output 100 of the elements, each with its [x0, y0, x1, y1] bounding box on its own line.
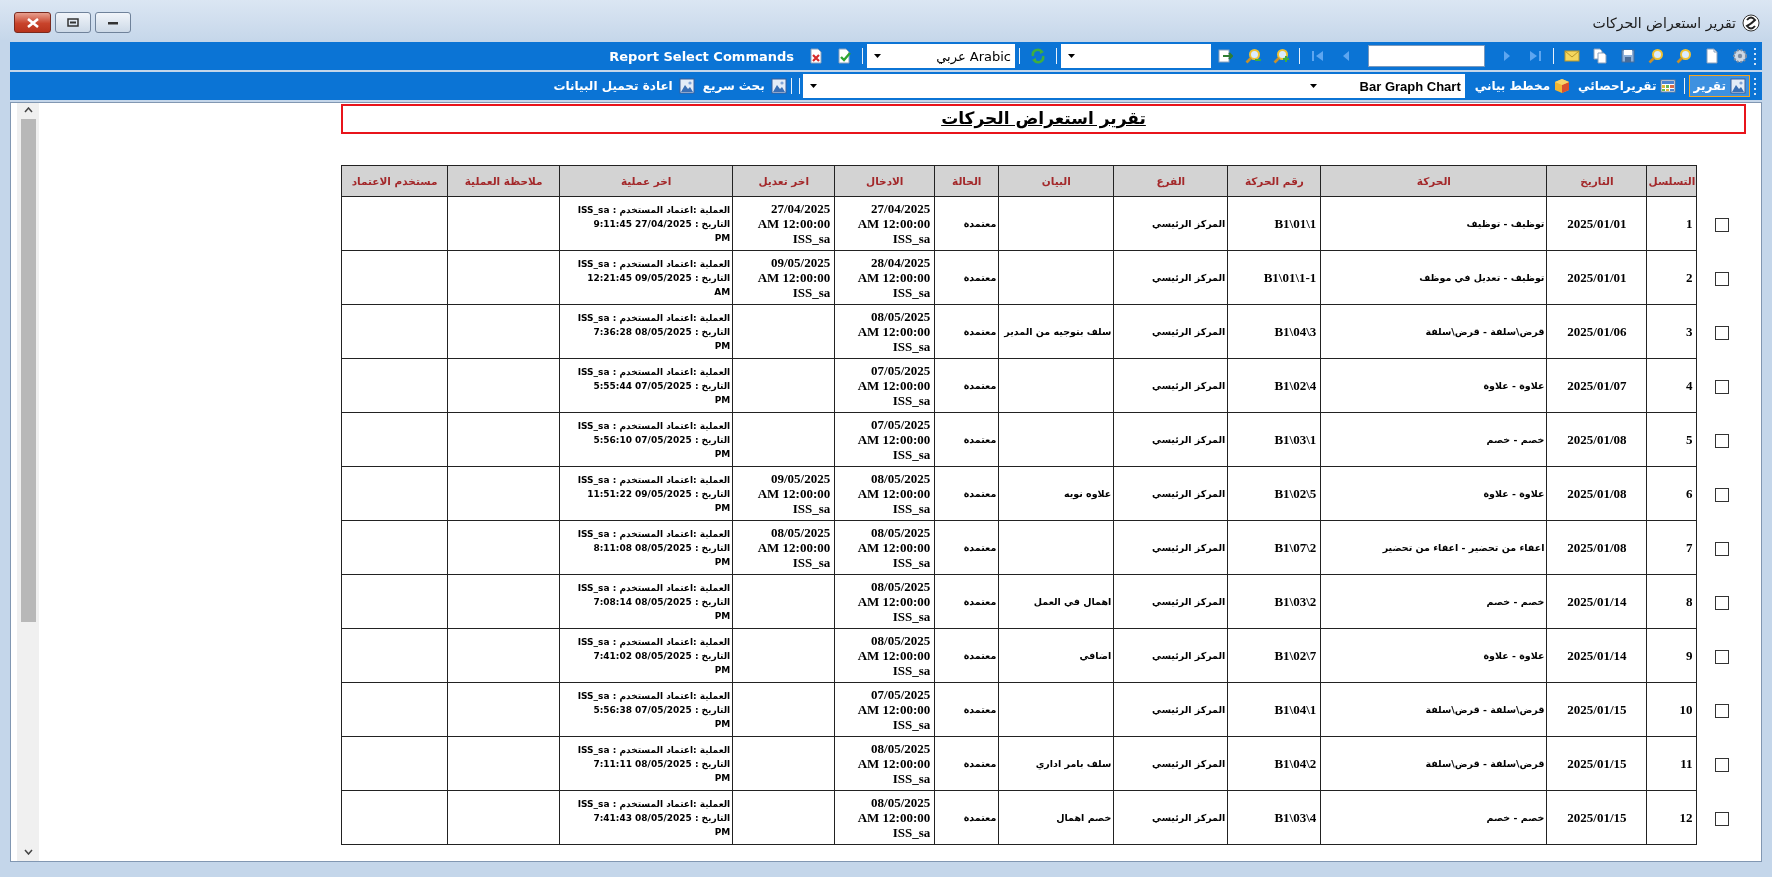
zoom-icon[interactable]	[1648, 48, 1664, 64]
table-cell: معتمدة	[934, 304, 999, 359]
scrollbar-thumb[interactable]	[20, 119, 36, 622]
table-cell: اعفاء من تحضير - اعفاء من تحضير	[1320, 520, 1547, 575]
table-cell: 07/05/2025 AM 12:00:00 ISS_sa	[834, 412, 935, 467]
image-icon[interactable]	[678, 78, 695, 94]
table-cell: 2025/01/15	[1546, 790, 1647, 845]
checkbox[interactable]	[1714, 433, 1729, 448]
table-cell: علاوه نويه	[998, 466, 1114, 521]
language-dropdown[interactable]: Arabic عربي	[867, 44, 1015, 68]
document-check-icon[interactable]	[836, 48, 852, 64]
table-cell: 08/05/2025 AM 12:00:00 ISS_sa	[834, 466, 935, 521]
table-cell: 8	[1646, 574, 1697, 629]
table-cell: 2025/01/15	[1546, 682, 1647, 737]
table-cell: 1	[1646, 196, 1697, 251]
table-cell: المركز الرئيسي	[1113, 466, 1228, 521]
table-cell: علاوة - علاوة	[1320, 628, 1547, 683]
page-icon[interactable]	[1704, 48, 1720, 64]
table-cell: 08/05/2025 AM 12:00:00 ISS_sa	[732, 520, 835, 575]
scroll-down-icon[interactable]	[23, 849, 33, 855]
report-tab[interactable]: مخطط بياني	[1470, 75, 1575, 97]
table-cell: 2025/01/06	[1546, 304, 1647, 359]
save-icon[interactable]	[1620, 48, 1636, 64]
table-cell: العملية :اعتماد المستخدم : ISS_sa التاريخ : 09/05/2025 11:51:22 PM	[559, 466, 733, 521]
report-tab[interactable]: تقريراحصائي	[1574, 75, 1681, 97]
caret-icon[interactable]	[808, 82, 818, 90]
column-header: اخر تعديل	[732, 165, 835, 197]
caret-icon[interactable]	[873, 52, 882, 60]
image-icon[interactable]	[770, 78, 787, 94]
table-cell: توظيف - توظيف	[1320, 196, 1547, 251]
toolbar-button[interactable]: اعادة تحميل البيانات	[549, 78, 699, 94]
checkbox[interactable]	[1714, 649, 1729, 664]
maximize-button[interactable]	[55, 12, 91, 33]
caret-icon[interactable]	[1067, 52, 1076, 60]
toolbar-button[interactable]: بحث سريع	[698, 78, 791, 94]
table-cell: 08/05/2025 AM 12:00:00 ISS_sa	[834, 628, 935, 683]
checkbox[interactable]	[1714, 217, 1729, 232]
export-icon[interactable]	[1217, 48, 1233, 64]
envelope-icon[interactable]	[1564, 48, 1580, 64]
column-header: التاريخ	[1546, 165, 1647, 197]
checkbox[interactable]	[1714, 541, 1729, 556]
table-cell: العملية :اعتماد المستخدم : ISS_sa التاريخ : 08/05/2025 8:11:08 PM	[559, 520, 733, 575]
checkbox[interactable]	[1714, 379, 1729, 394]
table-cell: B1\07\2	[1227, 520, 1321, 575]
table-cell: معتمدة	[934, 736, 999, 791]
report-tab[interactable]: تقرير	[1689, 75, 1750, 97]
zoom-icon[interactable]	[1676, 48, 1692, 64]
table-cell: معتمدة	[934, 682, 999, 737]
page-number-field[interactable]	[1368, 45, 1485, 67]
table-cell: معتمدة	[934, 196, 999, 251]
scrollbar[interactable]	[17, 103, 39, 861]
table-cell: 9	[1646, 628, 1697, 683]
table-cell: اضافي	[998, 628, 1114, 683]
table-cell: معتمدة	[934, 628, 999, 683]
column-header: الحالة	[934, 165, 999, 197]
table-cell: علاوة - علاوة	[1320, 358, 1547, 413]
table-cell: العملية :اعتماد المستخدم : ISS_sa التاريخ : 08/05/2025 7:41:02 PM	[559, 628, 733, 683]
copy-icon[interactable]	[1592, 48, 1608, 64]
zoom-out-icon[interactable]	[1245, 48, 1261, 64]
cube-icon[interactable]	[1554, 78, 1571, 94]
table-cell: المركز الرئيسي	[1113, 574, 1228, 629]
table-cell: العملية :اعتماد المستخدم : ISS_sa التاريخ : 08/05/2025 7:11:11 PM	[559, 736, 733, 791]
minimize-button[interactable]	[95, 12, 131, 33]
table-cell: 2025/01/07	[1546, 358, 1647, 413]
close-icon[interactable]	[26, 17, 39, 28]
minimize-icon[interactable]	[107, 20, 119, 25]
table-cell: B1\04\3	[1227, 304, 1321, 359]
zoom-in-icon[interactable]	[1273, 48, 1289, 64]
table-cell: B1\04\1	[1227, 682, 1321, 737]
table-cell: 7	[1646, 520, 1697, 575]
checkbox[interactable]	[1714, 757, 1729, 772]
chart-type-dropdown[interactable]: Bar Graph Chart	[1302, 74, 1465, 98]
checkbox[interactable]	[1714, 703, 1729, 718]
table-cell: B1\02\5	[1227, 466, 1321, 521]
column-header: الحركة	[1320, 165, 1547, 197]
table-cell: 07/05/2025 AM 12:00:00 ISS_sa	[834, 358, 935, 413]
scroll-up-icon[interactable]	[23, 107, 33, 113]
checkbox[interactable]	[1714, 487, 1729, 502]
table-cell: علاوة - علاوة	[1320, 466, 1547, 521]
table-cell: 2025/01/08	[1546, 412, 1647, 467]
report-title: تقرير استعراض الحركات	[341, 104, 1746, 134]
table-cell: 5	[1646, 412, 1697, 467]
checkbox[interactable]	[1714, 811, 1729, 826]
table-cell: معتمدة	[934, 466, 999, 521]
table-cell: المركز الرئيسي	[1113, 196, 1228, 251]
checkbox[interactable]	[1714, 271, 1729, 286]
checkbox[interactable]	[1714, 595, 1729, 610]
table-cell: اهمال في العمل	[998, 574, 1114, 629]
checkbox[interactable]	[1714, 325, 1729, 340]
table-cell: 28/04/2025 AM 12:00:00 ISS_sa	[834, 250, 935, 305]
document-cross-icon[interactable]	[808, 48, 824, 64]
close-button[interactable]	[14, 12, 51, 33]
maximize-icon[interactable]	[67, 18, 79, 27]
table-cell: معتمدة	[934, 250, 999, 305]
settings-icon[interactable]	[1732, 48, 1748, 64]
caret-icon[interactable]	[1308, 82, 1318, 90]
image-icon[interactable]	[1730, 78, 1746, 94]
table-cell: العملية :اعتماد المستخدم : ISS_sa التاريخ : 07/05/2025 5:55:44 PM	[559, 358, 733, 413]
table-cell: 08/05/2025 AM 12:00:00 ISS_sa	[834, 790, 935, 845]
table-icon[interactable]	[1660, 78, 1677, 94]
